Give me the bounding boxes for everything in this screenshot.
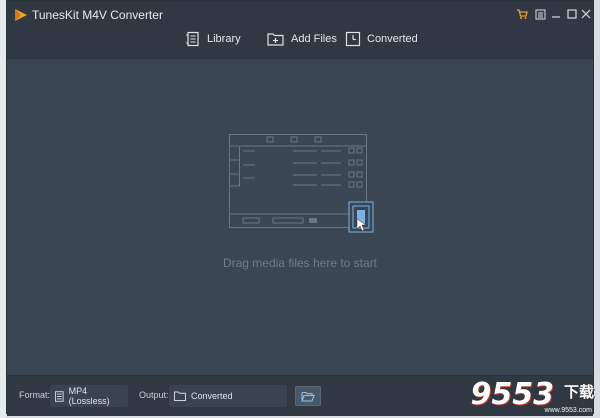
- tuneskit-logo-icon: [15, 9, 27, 21]
- format-value: MP4 (Lossless): [68, 386, 110, 406]
- drag-drop-illustration-icon: [229, 134, 374, 233]
- site-watermark: 9553 下载 www.9553.com: [448, 376, 598, 418]
- open-folder-icon: [301, 391, 315, 402]
- add-files-label: Add Files: [291, 33, 337, 45]
- close-icon[interactable]: [577, 5, 595, 23]
- library-button[interactable]: Library: [185, 28, 241, 50]
- app-window: TunesKit M4V Converter Library Add Files…: [6, 0, 594, 416]
- drop-zone[interactable]: Drag media files here to start: [7, 59, 593, 375]
- converted-button[interactable]: Converted: [345, 28, 418, 50]
- watermark-chinese: 下载: [563, 384, 594, 401]
- add-files-button[interactable]: Add Files: [267, 28, 337, 50]
- converted-clock-icon: [345, 31, 361, 47]
- output-path-field[interactable]: Converted: [169, 385, 287, 407]
- app-title: TunesKit M4V Converter: [32, 8, 163, 22]
- format-selector[interactable]: MP4 (Lossless): [50, 385, 128, 407]
- cart-icon[interactable]: [513, 5, 531, 23]
- format-label: Format:: [19, 390, 51, 400]
- output-value: Converted: [191, 391, 233, 401]
- watermark-url: www.9553.com: [544, 407, 592, 414]
- folder-icon: [174, 391, 186, 401]
- video-file-icon: [55, 390, 64, 402]
- library-icon: [186, 31, 199, 47]
- title-bar: TunesKit M4V Converter: [7, 1, 593, 28]
- browse-output-button[interactable]: [295, 386, 321, 406]
- output-label: Output:: [139, 390, 169, 400]
- drop-hint-text: Drag media files here to start: [222, 256, 378, 270]
- add-folder-icon: [267, 33, 284, 46]
- converted-label: Converted: [367, 33, 418, 45]
- watermark-number: 9553: [470, 377, 555, 412]
- library-label: Library: [207, 33, 241, 45]
- main-toolbar: Library Add Files Converted: [7, 28, 593, 59]
